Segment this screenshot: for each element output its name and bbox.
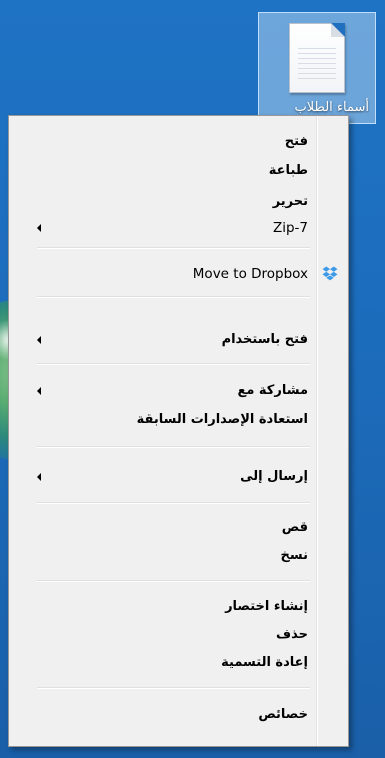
menu-separator xyxy=(37,687,310,689)
menu-item-send-to[interactable]: إرسال إلى xyxy=(9,464,348,490)
menu-item-rename[interactable]: إعادة التسمية xyxy=(9,650,348,676)
menu-item-label: طباعة xyxy=(268,163,308,178)
page-fold-corner xyxy=(331,23,345,37)
submenu-arrow-icon xyxy=(37,387,41,395)
selected-file-icon[interactable]: أسماء الطلاب xyxy=(258,12,376,124)
menu-separator xyxy=(37,580,310,582)
menu-separator xyxy=(37,247,310,249)
menu-item-label: حذف xyxy=(276,627,308,642)
menu-item-label: قص xyxy=(281,520,308,535)
menu-separator xyxy=(37,446,310,448)
menu-item-restore-previous-versions[interactable]: استعادة الإصدارات السابقة xyxy=(9,407,348,433)
menu-item-7zip[interactable]: Zip-7 xyxy=(9,215,348,241)
menu-item-label: إرسال إلى xyxy=(240,469,308,484)
submenu-arrow-icon xyxy=(37,473,41,481)
menu-item-properties[interactable]: خصائص xyxy=(9,702,348,728)
dropbox-icon xyxy=(322,266,338,281)
menu-item-label: نسخ xyxy=(280,548,308,563)
document-lines xyxy=(298,48,336,82)
menu-item-label: إنشاء اختصار xyxy=(225,599,308,614)
menu-separator xyxy=(37,363,310,365)
menu-item-label: Move to Dropbox xyxy=(192,266,308,282)
menu-item-delete[interactable]: حذف xyxy=(9,622,348,648)
document-icon xyxy=(289,23,345,93)
menu-item-edit[interactable]: تحرير xyxy=(9,189,348,215)
menu-item-label: فتح xyxy=(284,134,308,149)
menu-item-label: استعادة الإصدارات السابقة xyxy=(136,412,308,427)
context-menu: فتح طباعة تحرير Zip-7 Move to Dropbox فت… xyxy=(8,115,349,747)
menu-item-print[interactable]: طباعة xyxy=(9,158,348,184)
menu-item-share-with[interactable]: مشاركة مع xyxy=(9,378,348,404)
menu-item-label: Zip-7 xyxy=(272,220,308,236)
menu-item-create-shortcut[interactable]: إنشاء اختصار xyxy=(9,594,348,620)
menu-item-open[interactable]: فتح xyxy=(9,129,348,155)
submenu-arrow-icon xyxy=(37,224,41,232)
menu-item-cut[interactable]: قص xyxy=(9,515,348,541)
menu-item-open-with[interactable]: فتح باستخدام xyxy=(9,327,348,353)
menu-separator xyxy=(37,296,310,298)
menu-item-label: إعادة التسمية xyxy=(221,655,308,670)
menu-item-label: تحرير xyxy=(272,194,308,209)
menu-item-label: خصائص xyxy=(258,707,308,722)
submenu-arrow-icon xyxy=(37,336,41,344)
menu-item-label: فتح باستخدام xyxy=(221,332,308,347)
menu-item-move-to-dropbox[interactable]: Move to Dropbox xyxy=(9,261,348,287)
menu-item-label: مشاركة مع xyxy=(237,383,308,398)
menu-item-copy[interactable]: نسخ xyxy=(9,543,348,569)
menu-separator xyxy=(37,502,310,504)
